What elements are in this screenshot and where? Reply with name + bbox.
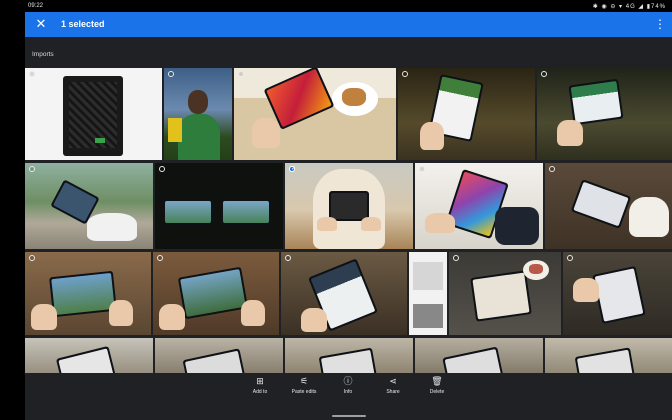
photo-thumbnail[interactable]	[545, 338, 672, 373]
select-circle[interactable]	[29, 71, 35, 77]
photo-thumbnail-selected[interactable]: ✓	[285, 163, 413, 249]
photo-thumbnail[interactable]	[153, 252, 279, 335]
delete-icon: 🗑	[431, 376, 443, 386]
tablet-pen-photo	[545, 163, 672, 249]
status-time: 09:22	[28, 3, 44, 9]
person-tablet-photo	[285, 163, 413, 249]
paste-edits-label: Paste edits	[291, 389, 317, 395]
photo-thumbnail[interactable]	[563, 252, 672, 335]
bottom-action-bar: ⊞ Add to ⚟ Paste edits ⓘ Info ⋖ Share 🗑 …	[25, 373, 672, 420]
photo-thumbnail[interactable]	[155, 338, 283, 373]
photo-row	[25, 68, 672, 160]
paste-edits-icon: ⚟	[299, 376, 309, 386]
photo-thumbnail[interactable]	[25, 252, 151, 335]
photo-thumbnail[interactable]	[25, 68, 162, 160]
tablet-table-photo	[537, 68, 672, 160]
photo-thumbnail[interactable]	[409, 252, 447, 335]
select-circle[interactable]	[549, 166, 555, 172]
photo-thumbnail[interactable]	[25, 338, 153, 373]
status-icons: ✱ ◉ ⊖ ▾ 4G ◢ ▮74%	[592, 4, 666, 10]
select-circle[interactable]	[541, 71, 547, 77]
add-to-icon: ⊞	[256, 376, 264, 386]
tablet-pen-photo	[563, 252, 672, 335]
select-circle[interactable]	[157, 255, 163, 261]
select-circle[interactable]	[238, 71, 244, 77]
tablet-outdoor-photo	[25, 163, 153, 249]
phone-screenshot	[409, 252, 447, 335]
photo-thumbnail[interactable]	[25, 163, 153, 249]
close-icon[interactable]: ✕	[33, 16, 49, 32]
tablet-handheld-photo	[281, 252, 407, 335]
info-label: Info	[343, 389, 353, 395]
tablet-table-photo	[398, 68, 535, 160]
photo-thumbnail[interactable]	[545, 163, 672, 249]
photo-row: ✓	[25, 163, 672, 249]
app-bar: ✕ 1 selected ⋮	[25, 12, 672, 37]
select-circle[interactable]	[168, 71, 174, 77]
select-circle[interactable]	[402, 71, 408, 77]
delete-label: Delete	[429, 389, 445, 395]
photo-grid: ✓	[25, 68, 672, 373]
select-circle[interactable]	[285, 255, 291, 261]
status-bar: 09:22 ✱ ◉ ⊖ ▾ 4G ◢ ▮74%	[0, 0, 672, 12]
paste-edits-button[interactable]: ⚟ Paste edits	[284, 376, 324, 395]
selection-count-title: 1 selected	[61, 19, 105, 29]
tablet-dessert-photo	[449, 252, 561, 335]
photo-thumbnail[interactable]	[415, 338, 543, 373]
tablet-landscape-photo	[153, 252, 279, 335]
photo-row	[25, 338, 672, 373]
photo-thumbnail[interactable]	[155, 163, 283, 249]
photo-content-area[interactable]: Imports ✓	[25, 37, 672, 373]
more-vert-icon[interactable]: ⋮	[654, 16, 666, 32]
portrait-photo	[164, 68, 232, 160]
photo-thumbnail[interactable]	[415, 163, 543, 249]
info-icon: ⓘ	[343, 376, 353, 386]
select-circle[interactable]	[567, 255, 573, 261]
section-title: Imports	[32, 51, 54, 58]
left-edge-strip	[0, 12, 25, 420]
photo-thumbnail[interactable]	[281, 252, 407, 335]
select-circle[interactable]	[453, 255, 459, 261]
selected-check-icon[interactable]: ✓	[289, 166, 296, 172]
wallet-photo	[25, 68, 162, 160]
info-button[interactable]: ⓘ Info	[328, 376, 368, 395]
photo-thumbnail[interactable]	[285, 338, 413, 373]
select-circle[interactable]	[29, 166, 35, 172]
navigation-handle[interactable]	[332, 415, 366, 417]
share-button[interactable]: ⋖ Share	[373, 376, 413, 395]
share-icon: ⋖	[389, 376, 397, 386]
add-to-button[interactable]: ⊞ Add to	[240, 376, 280, 395]
tablet-landscape-photo	[25, 252, 151, 335]
tablet-gallery-photo	[415, 163, 543, 249]
two-tablets-photo	[155, 163, 283, 249]
photo-thumbnail[interactable]	[234, 68, 396, 160]
tablet-cafe-photo	[234, 68, 396, 160]
photo-thumbnail[interactable]	[164, 68, 232, 160]
add-to-label: Add to	[252, 389, 268, 395]
select-circle[interactable]	[29, 255, 35, 261]
photo-thumbnail[interactable]	[537, 68, 672, 160]
share-label: Share	[386, 389, 400, 395]
photo-thumbnail[interactable]	[449, 252, 561, 335]
delete-button[interactable]: 🗑 Delete	[417, 376, 457, 395]
select-circle[interactable]	[419, 166, 425, 172]
photo-row	[25, 252, 672, 335]
select-circle[interactable]	[159, 166, 165, 172]
photo-thumbnail[interactable]	[398, 68, 535, 160]
